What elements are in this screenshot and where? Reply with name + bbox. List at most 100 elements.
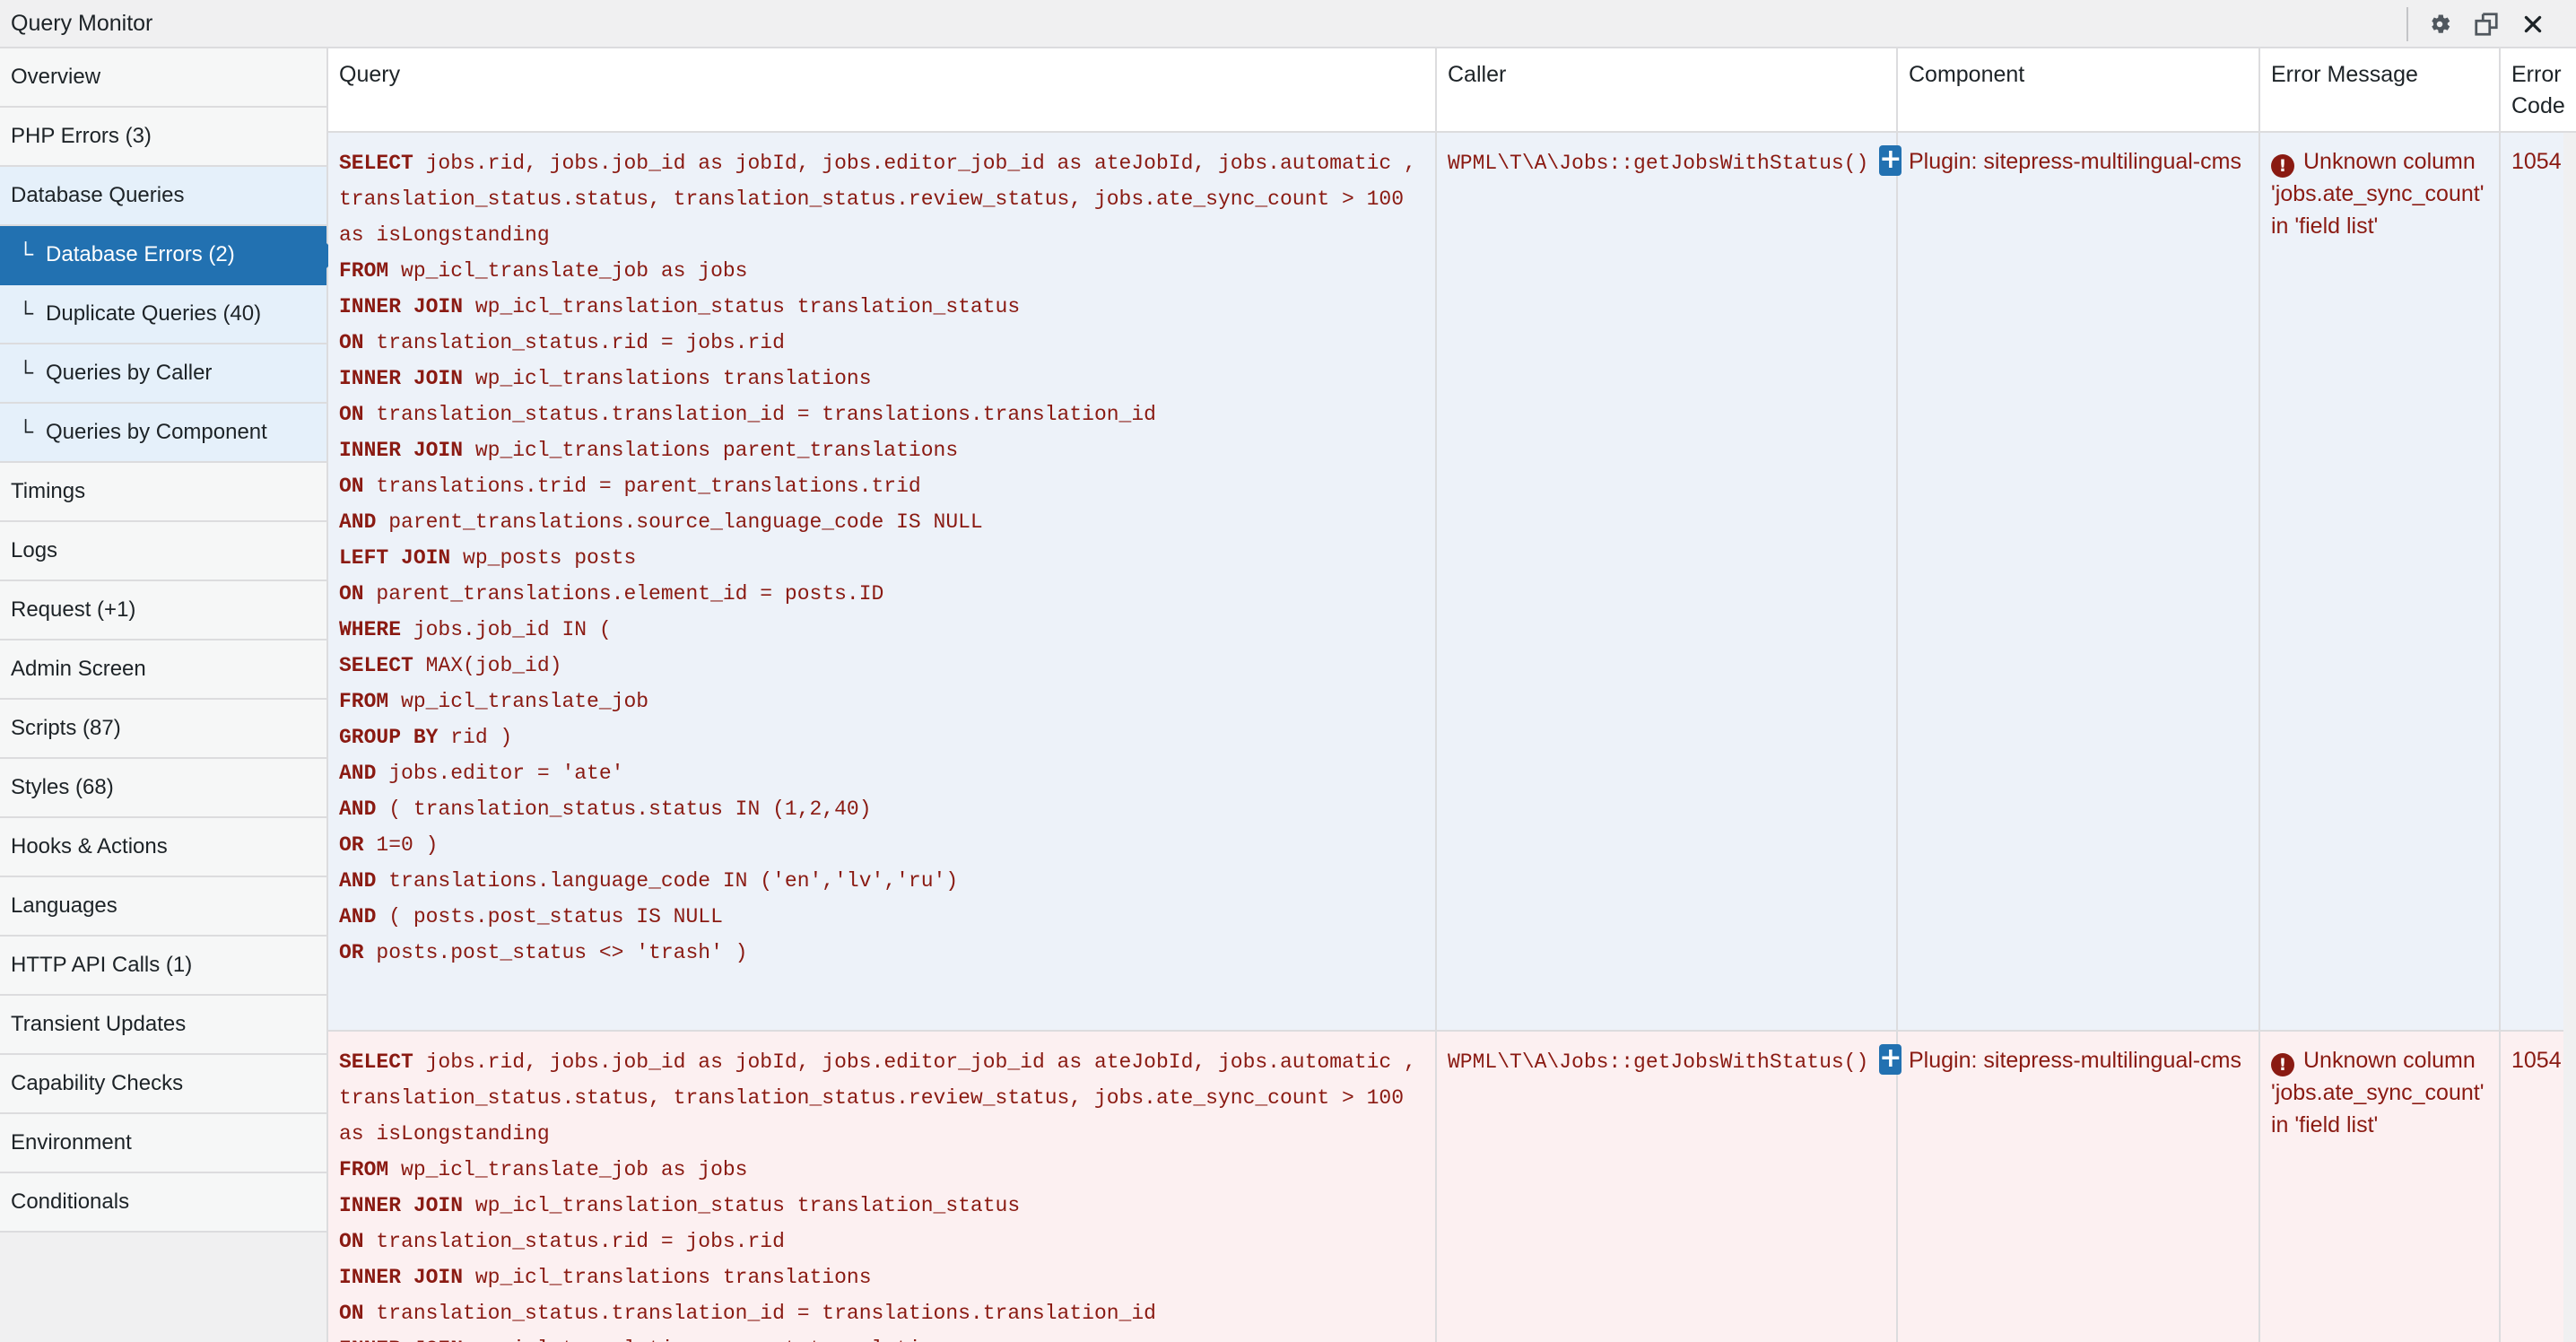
sidebar-item-transient-updates[interactable]: Transient Updates	[0, 996, 326, 1055]
sidebar-item-duplicate-queries-40[interactable]: └ Duplicate Queries (40)	[0, 285, 326, 344]
title-bar: Query Monitor	[0, 0, 2576, 48]
gear-icon[interactable]	[2424, 8, 2456, 40]
sidebar-item-label: Queries by Caller	[46, 361, 213, 385]
sql-keyword: WHERE	[339, 618, 402, 641]
sidebar-item-php-errors-3[interactable]: PHP Errors (3)	[0, 108, 326, 167]
sql-text: 1=0 )	[363, 833, 439, 857]
caller-cell: WPML\T\A\Jobs::getJobsWithStatus() +	[1437, 133, 1902, 1030]
sidebar-item-label: Languages	[11, 893, 117, 918]
sql-keyword: INNER JOIN	[339, 1194, 464, 1217]
sidebar-item-logs[interactable]: Logs	[0, 522, 326, 581]
sql-line: SELECT jobs.rid, jobs.job_id as jobId, j…	[339, 145, 1424, 253]
sidebar-item-scripts-87[interactable]: Scripts (87)	[0, 700, 326, 759]
error-code: 1054	[2511, 149, 2562, 174]
sql-text: translation_status.rid = jobs.rid	[363, 1230, 785, 1253]
sql-text: wp_icl_translation_status translation_st…	[463, 295, 1021, 318]
database-errors-table: Query Caller Component Error Message Err…	[328, 48, 2576, 1342]
tree-branch-glyph: └	[18, 420, 34, 444]
sidebar-item-label: Capability Checks	[11, 1071, 184, 1095]
sql-keyword: AND	[339, 869, 377, 893]
sql-keyword: SELECT	[339, 1050, 413, 1074]
sql-keyword: OR	[339, 833, 364, 857]
sql-keyword: FROM	[339, 259, 389, 283]
sql-line: AND ( posts.post_status IS NULL	[339, 899, 1424, 935]
sidebar-item-overview[interactable]: Overview	[0, 48, 326, 108]
sql-keyword: FROM	[339, 1158, 389, 1181]
component-cell: Plugin: sitepress-multilingual-cms	[1898, 133, 2260, 1030]
sidebar-item-label: Logs	[11, 538, 58, 562]
sidebar-item-timings[interactable]: Timings	[0, 463, 326, 522]
sidebar-item-label: Admin Screen	[11, 657, 146, 681]
popout-icon[interactable]	[2470, 8, 2502, 40]
sql-keyword: ON	[339, 403, 364, 426]
sql-text: wp_icl_translations translations	[463, 367, 872, 390]
close-icon[interactable]	[2517, 8, 2549, 40]
sql-line: WHERE jobs.job_id IN (	[339, 612, 1424, 648]
sql-text: rid )	[438, 726, 513, 749]
sql-keyword: LEFT JOIN	[339, 546, 451, 570]
sql-keyword: AND	[339, 762, 377, 785]
sidebar-nav: Overview PHP Errors (3) Database Queries └ D…	[0, 48, 339, 1342]
sidebar-item-database-errors-2[interactable]: └ Database Errors (2)	[0, 226, 339, 285]
sql-keyword: INNER JOIN	[339, 295, 464, 318]
sidebar-item-conditionals[interactable]: Conditionals	[0, 1173, 326, 1233]
error-code: 1054	[2511, 1048, 2562, 1073]
sidebar-item-admin-screen[interactable]: Admin Screen	[0, 640, 326, 700]
query-cell: SELECT jobs.rid, jobs.job_id as jobId, j…	[328, 1032, 1437, 1342]
sql-text: translation_status.translation_id = tran…	[363, 1302, 1156, 1325]
sql-line: ON translation_status.rid = jobs.rid	[339, 1224, 1424, 1259]
sql-line: INNER JOIN wp_icl_translations translati…	[339, 1259, 1424, 1295]
sql-keyword: AND	[339, 797, 377, 821]
sql-keyword: INNER JOIN	[339, 1338, 463, 1342]
sidebar-item-queries-by-caller[interactable]: └ Queries by Caller	[0, 344, 326, 404]
sql-keyword: ON	[339, 1302, 364, 1325]
sql-text: jobs.rid, jobs.job_id as jobId, jobs.edi…	[339, 152, 1429, 247]
component-name: Plugin: sitepress-multilingual-cms	[1909, 1048, 2241, 1073]
sidebar-item-label: Hooks & Actions	[11, 834, 168, 858]
sidebar-item-label: HTTP API Calls (1)	[11, 953, 193, 977]
sql-line: OR posts.post_status <> 'trash' )	[339, 935, 1424, 971]
column-header-caller[interactable]: Caller	[1437, 48, 1898, 131]
sidebar-item-capability-checks[interactable]: Capability Checks	[0, 1055, 326, 1114]
sql-line: FROM wp_icl_translate_job as jobs	[339, 253, 1424, 289]
sidebar-item-label: Queries by Component	[46, 420, 267, 444]
sidebar-item-request-1[interactable]: Request (+1)	[0, 581, 326, 640]
sidebar-item-http-api-calls-1[interactable]: HTTP API Calls (1)	[0, 937, 326, 996]
table-header: Query Caller Component Error Message Err…	[328, 48, 2576, 133]
sidebar-item-environment[interactable]: Environment	[0, 1114, 326, 1173]
column-header-error-message[interactable]: Error Message	[2260, 48, 2501, 131]
table-row: SELECT jobs.rid, jobs.job_id as jobId, j…	[328, 133, 2576, 1032]
sql-text: MAX(job_id)	[413, 654, 562, 677]
sql-text: parent_translations.source_language_code…	[376, 510, 983, 534]
sql-line: ON translation_status.rid = jobs.rid	[339, 325, 1424, 361]
column-header-error-code[interactable]: Error Code	[2501, 48, 2576, 131]
sql-text: jobs.editor = 'ate'	[376, 762, 624, 785]
sql-text: ( translation_status.status IN (1,2,40)	[376, 797, 872, 821]
sql-text: wp_posts posts	[450, 546, 637, 570]
sql-line: INNER JOIN wp_icl_translations parent_tr…	[339, 1331, 1424, 1342]
sidebar-item-hooks-actions[interactable]: Hooks & Actions	[0, 818, 326, 877]
sql-keyword: AND	[339, 510, 377, 534]
sql-keyword: INNER JOIN	[339, 439, 464, 462]
error-message-text: Unknown column 'jobs.ate_sync_count' in …	[2271, 149, 2485, 239]
query-cell: SELECT jobs.rid, jobs.job_id as jobId, j…	[328, 133, 1437, 1030]
sidebar-item-styles-68[interactable]: Styles (68)	[0, 759, 326, 818]
vertical-scrollbar[interactable]	[2563, 133, 2576, 1342]
sql-keyword: SELECT	[339, 152, 413, 175]
sidebar-item-queries-by-component[interactable]: └ Queries by Component	[0, 404, 326, 463]
sql-keyword: FROM	[339, 690, 389, 713]
toolbar-divider	[2406, 7, 2408, 41]
sql-keyword: INNER JOIN	[339, 1266, 464, 1289]
error-icon: !	[2271, 154, 2294, 178]
sql-line: INNER JOIN wp_icl_translation_status tra…	[339, 289, 1424, 325]
sql-keyword: SELECT	[339, 654, 413, 677]
sidebar-item-database-queries[interactable]: Database Queries	[0, 167, 326, 226]
column-header-component[interactable]: Component	[1898, 48, 2260, 131]
column-header-query[interactable]: Query	[328, 48, 1437, 131]
sql-text: translations.trid = parent_translations.…	[363, 475, 921, 498]
sidebar-item-languages[interactable]: Languages	[0, 877, 326, 937]
error-message-cell: ! Unknown column 'jobs.ate_sync_count' in…	[2260, 133, 2501, 1030]
sql-text: jobs.job_id IN (	[401, 618, 612, 641]
sql-line: SELECT MAX(job_id)	[339, 648, 1424, 684]
sql-line: SELECT jobs.rid, jobs.job_id as jobId, j…	[339, 1044, 1424, 1152]
